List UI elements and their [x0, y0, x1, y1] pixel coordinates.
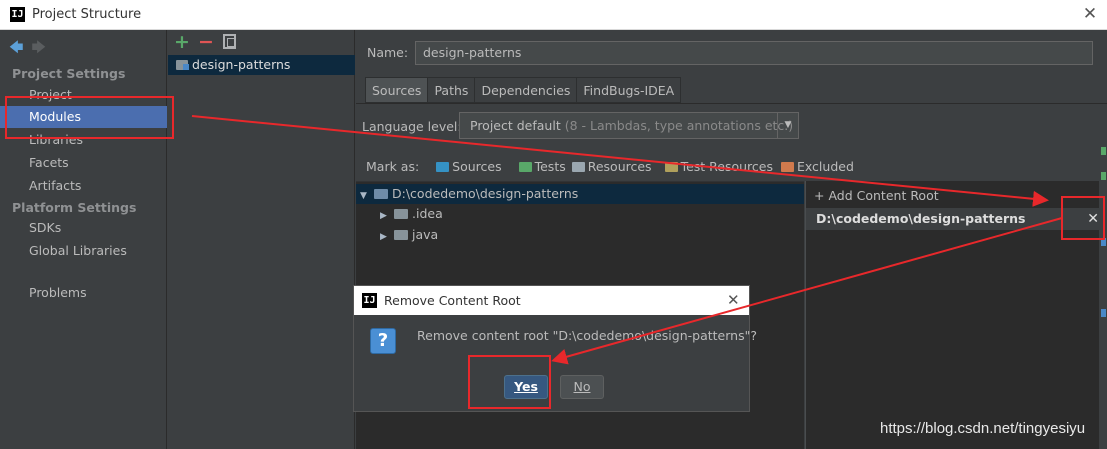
mark-as-tests-label: Tests — [534, 159, 566, 174]
dropdown-arrow-icon[interactable]: ▼ — [777, 113, 798, 138]
mark-as-test-resources-label: Test Resources — [680, 159, 773, 174]
window-title: Project Structure — [32, 7, 142, 22]
language-level-hint: (8 - Lambdas, type annotations etc.) — [564, 118, 794, 133]
add-content-root-label: Add Content Root — [828, 188, 939, 203]
module-item-label: design-patterns — [192, 57, 291, 72]
module-folder-icon — [176, 60, 189, 70]
history-navigation: 🡄 🡆 — [9, 37, 46, 61]
gutter-marker — [1101, 238, 1106, 246]
module-item-design-patterns[interactable]: design-patterns — [168, 55, 355, 75]
nav-item-facets[interactable]: Facets — [0, 152, 167, 174]
tab-findbugs-idea[interactable]: FindBugs-IDEA — [576, 77, 682, 103]
content-root-row: D:\codedemo\design-patterns ✕ — [806, 208, 1107, 230]
module-name-input[interactable]: design-patterns — [415, 41, 1093, 65]
plus-icon: + — [814, 188, 829, 203]
module-name-label: Name: — [367, 45, 409, 60]
yes-button[interactable]: Yes — [504, 375, 548, 399]
nav-item-libraries[interactable]: Libraries — [0, 129, 167, 151]
tab-divider — [356, 103, 1107, 104]
dialog-close-button[interactable]: ✕ — [727, 291, 740, 309]
dialog-message: Remove content root "D:\codedemo\design-… — [417, 328, 757, 343]
tree-item-label: java — [412, 227, 439, 242]
language-level-value: Project default — [470, 118, 561, 133]
folder-icon — [394, 209, 408, 219]
collapsed-arrow-icon[interactable]: ▶ — [380, 206, 394, 226]
tree-item-java[interactable]: ▶ java — [380, 225, 438, 245]
mark-as-tests-button[interactable]: Tests — [518, 159, 566, 174]
folder-icon — [394, 230, 408, 240]
mark-as-toolbar: Mark as: Sources Tests Resources Test Re… — [366, 159, 854, 174]
question-icon: ? — [370, 328, 396, 354]
folder-icon — [374, 189, 388, 199]
tab-sources[interactable]: Sources — [365, 77, 429, 103]
add-content-root-button[interactable]: + Add Content Root — [814, 188, 939, 203]
modules-list-pane: + − design-patterns — [168, 30, 355, 449]
mark-as-test-resources-button[interactable]: Test Resources — [664, 159, 773, 174]
window-close-button[interactable]: ✕ — [1080, 4, 1100, 24]
settings-navigation: 🡄 🡆 Project Settings Project Modules Libr… — [0, 30, 167, 449]
collapsed-arrow-icon[interactable]: ▶ — [380, 227, 394, 247]
mark-as-resources-label: Resources — [587, 159, 652, 174]
module-tabs: Sources Paths Dependencies FindBugs-IDEA — [365, 77, 682, 103]
tree-root-row[interactable]: ▼ D:\codedemo\design-patterns — [356, 184, 804, 204]
platform-settings-heading: Platform Settings — [12, 200, 137, 215]
tree-item-label: .idea — [412, 206, 443, 221]
back-arrow-icon[interactable]: 🡄 — [9, 40, 23, 56]
language-level-select[interactable]: Project default (8 - Lambdas, type annot… — [459, 112, 799, 139]
mark-as-label: Mark as: — [366, 159, 420, 174]
nav-item-problems[interactable]: Problems — [0, 282, 167, 304]
remove-content-root-icon[interactable]: ✕ — [1087, 208, 1099, 230]
gutter-marker — [1101, 147, 1106, 155]
remove-content-root-dialog: IJ Remove Content Root ✕ ? Remove conten… — [353, 285, 757, 412]
nav-item-modules[interactable]: Modules — [0, 106, 167, 128]
dialog-titlebar: IJ Remove Content Root ✕ — [354, 286, 749, 315]
intellij-logo-icon: IJ — [362, 293, 377, 308]
right-gutter — [1099, 140, 1107, 449]
nav-item-global-libraries[interactable]: Global Libraries — [0, 240, 167, 262]
content-root-path: D:\codedemo\design-patterns — [816, 211, 1026, 226]
content-roots-pane: + Add Content Root D:\codedemo\design-pa… — [805, 181, 1107, 449]
remove-module-button[interactable]: − — [198, 31, 214, 53]
sources-folder-icon — [436, 162, 450, 172]
dialog-title: Remove Content Root — [384, 293, 521, 308]
language-level-label: Language level: — [362, 119, 462, 134]
mark-as-sources-label: Sources — [452, 159, 502, 174]
mark-as-sources-button[interactable]: Sources — [436, 159, 502, 174]
tests-folder-icon — [518, 162, 532, 172]
tab-dependencies[interactable]: Dependencies — [474, 77, 578, 103]
mark-as-excluded-button[interactable]: Excluded — [780, 159, 854, 174]
forward-arrow-icon[interactable]: 🡆 — [31, 40, 45, 56]
mark-as-excluded-label: Excluded — [796, 159, 854, 174]
expanded-arrow-icon[interactable]: ▼ — [360, 186, 374, 206]
mark-as-resources-button[interactable]: Resources — [571, 159, 652, 174]
add-module-button[interactable]: + — [174, 31, 190, 53]
resources-folder-icon — [571, 162, 585, 172]
gutter-marker — [1101, 172, 1106, 180]
no-button[interactable]: No — [560, 375, 604, 399]
intellij-logo-icon: IJ — [10, 7, 25, 22]
nav-item-artifacts[interactable]: Artifacts — [0, 175, 167, 197]
excluded-folder-icon — [780, 162, 794, 172]
tree-root-label: D:\codedemo\design-patterns — [392, 186, 579, 201]
test-resources-folder-icon — [664, 162, 678, 172]
tab-paths[interactable]: Paths — [427, 77, 476, 103]
tree-item-idea[interactable]: ▶ .idea — [380, 204, 443, 224]
window-titlebar: IJ Project Structure ✕ — [0, 0, 1107, 30]
gutter-marker — [1101, 309, 1106, 317]
project-settings-heading: Project Settings — [12, 66, 126, 81]
nav-item-project[interactable]: Project — [0, 84, 167, 106]
nav-item-sdks[interactable]: SDKs — [0, 217, 167, 239]
watermark-text: https://blog.csdn.net/tingyesiyu — [880, 420, 1086, 437]
copy-module-icon[interactable] — [223, 34, 236, 49]
